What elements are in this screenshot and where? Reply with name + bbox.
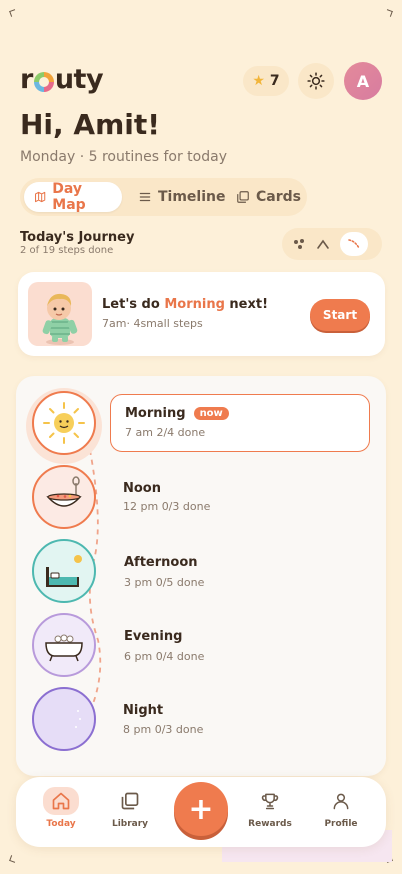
library-icon (112, 787, 148, 815)
bed-icon (46, 555, 82, 587)
routine-noon-icon[interactable] (32, 465, 96, 529)
routine-night-icon[interactable] (32, 687, 96, 751)
routine-morning-highlight[interactable] (110, 394, 370, 452)
routine-morning-meta: 7 am 2/4 done (125, 426, 206, 439)
nav-rewards[interactable]: Rewards (242, 787, 298, 829)
routine-noon-meta: 12 pm 0/3 done (123, 500, 211, 513)
plus-icon: + (188, 791, 214, 827)
routine-afternoon-meta: 3 pm 0/5 done (124, 576, 205, 589)
routine-evening-icon[interactable] (32, 613, 96, 677)
routine-night-name: Night (123, 703, 164, 718)
sun-icon (43, 402, 85, 444)
trophy-icon (252, 787, 288, 815)
routine-noon-name: Noon (123, 481, 161, 496)
nav-library[interactable]: Library (102, 787, 158, 829)
routine-night-meta: 8 pm 0/3 done (123, 723, 204, 736)
routine-evening-meta: 6 pm 0/4 done (124, 650, 205, 663)
add-routine-button[interactable]: + (174, 782, 228, 836)
routine-afternoon-name: Afternoon (124, 555, 198, 570)
moon-icon (56, 707, 81, 731)
now-badge: now (193, 407, 229, 420)
routine-morning-name: Morning now (125, 406, 229, 421)
routine-morning-icon[interactable] (32, 391, 96, 455)
nav-today[interactable]: Today (33, 787, 89, 829)
home-icon (43, 787, 79, 815)
bowl-icon (46, 476, 82, 507)
routine-evening-name: Evening (124, 629, 183, 644)
profile-icon (323, 787, 359, 815)
routine-afternoon-icon[interactable] (32, 539, 96, 603)
bathtub-icon (45, 634, 83, 662)
nav-profile[interactable]: Profile (313, 787, 369, 829)
